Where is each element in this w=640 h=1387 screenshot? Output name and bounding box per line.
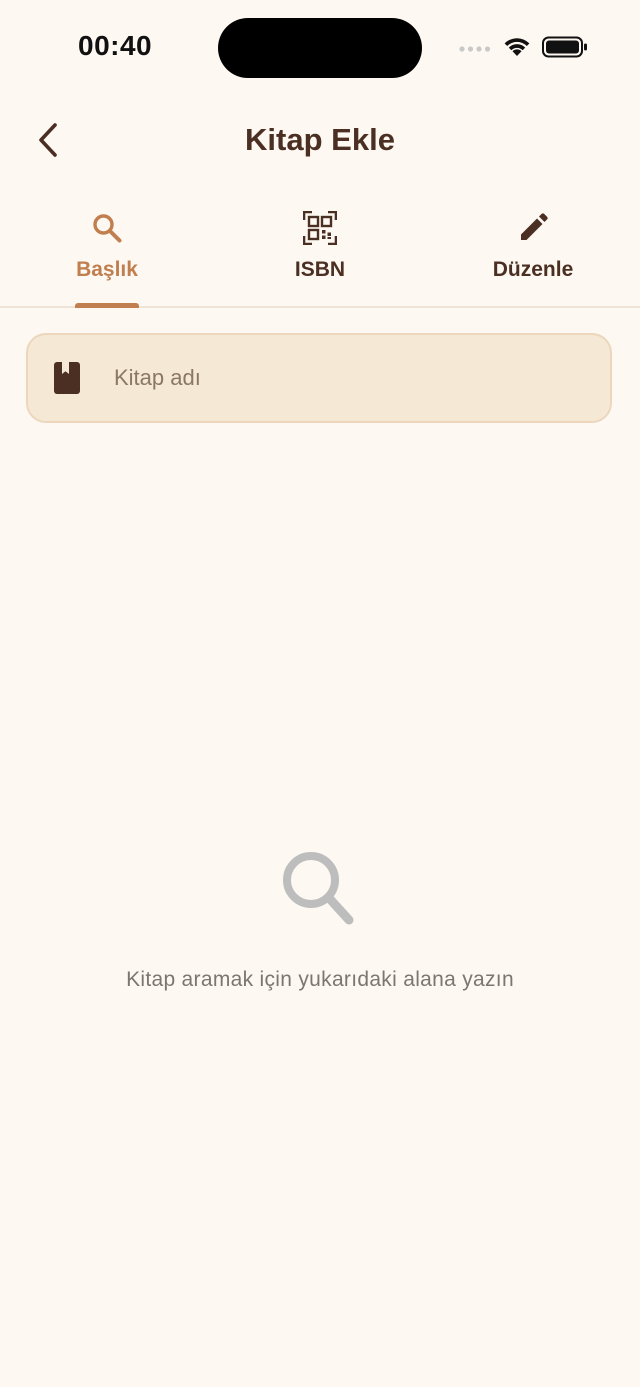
wifi-icon — [502, 36, 532, 63]
tab-isbn[interactable]: ISBN — [240, 196, 400, 306]
search-icon — [275, 846, 365, 936]
book-title-field[interactable] — [26, 333, 612, 423]
status-time: 00:40 — [78, 30, 153, 61]
header: Kitap Ekle — [0, 108, 640, 176]
tab-title-search[interactable]: Başlık — [27, 196, 187, 308]
status-icons — [458, 36, 588, 63]
tab-label: ISBN — [294, 258, 346, 281]
book-title-input[interactable] — [112, 364, 556, 392]
tab-label: Başlık — [76, 258, 138, 281]
page-title: Kitap Ekle — [245, 122, 395, 157]
book-icon — [52, 360, 82, 396]
tab-label: Düzenle — [492, 258, 574, 281]
dynamic-island — [218, 18, 422, 78]
tab-bar: Başlık ISBN Düzenle — [0, 196, 640, 308]
battery-icon — [542, 36, 588, 63]
empty-state: Kitap aramak için yukarıdaki alana yazın — [0, 846, 640, 992]
active-tab-indicator — [75, 303, 139, 308]
qr-code-icon — [303, 208, 337, 248]
cellular-signal-icon — [458, 41, 492, 59]
tab-edit[interactable]: Düzenle — [453, 196, 613, 306]
empty-state-message: Kitap aramak için yukarıdaki alana yazın — [126, 968, 514, 991]
pencil-icon — [517, 208, 549, 248]
search-icon — [91, 208, 123, 248]
status-bar: 00:40 — [0, 0, 640, 96]
